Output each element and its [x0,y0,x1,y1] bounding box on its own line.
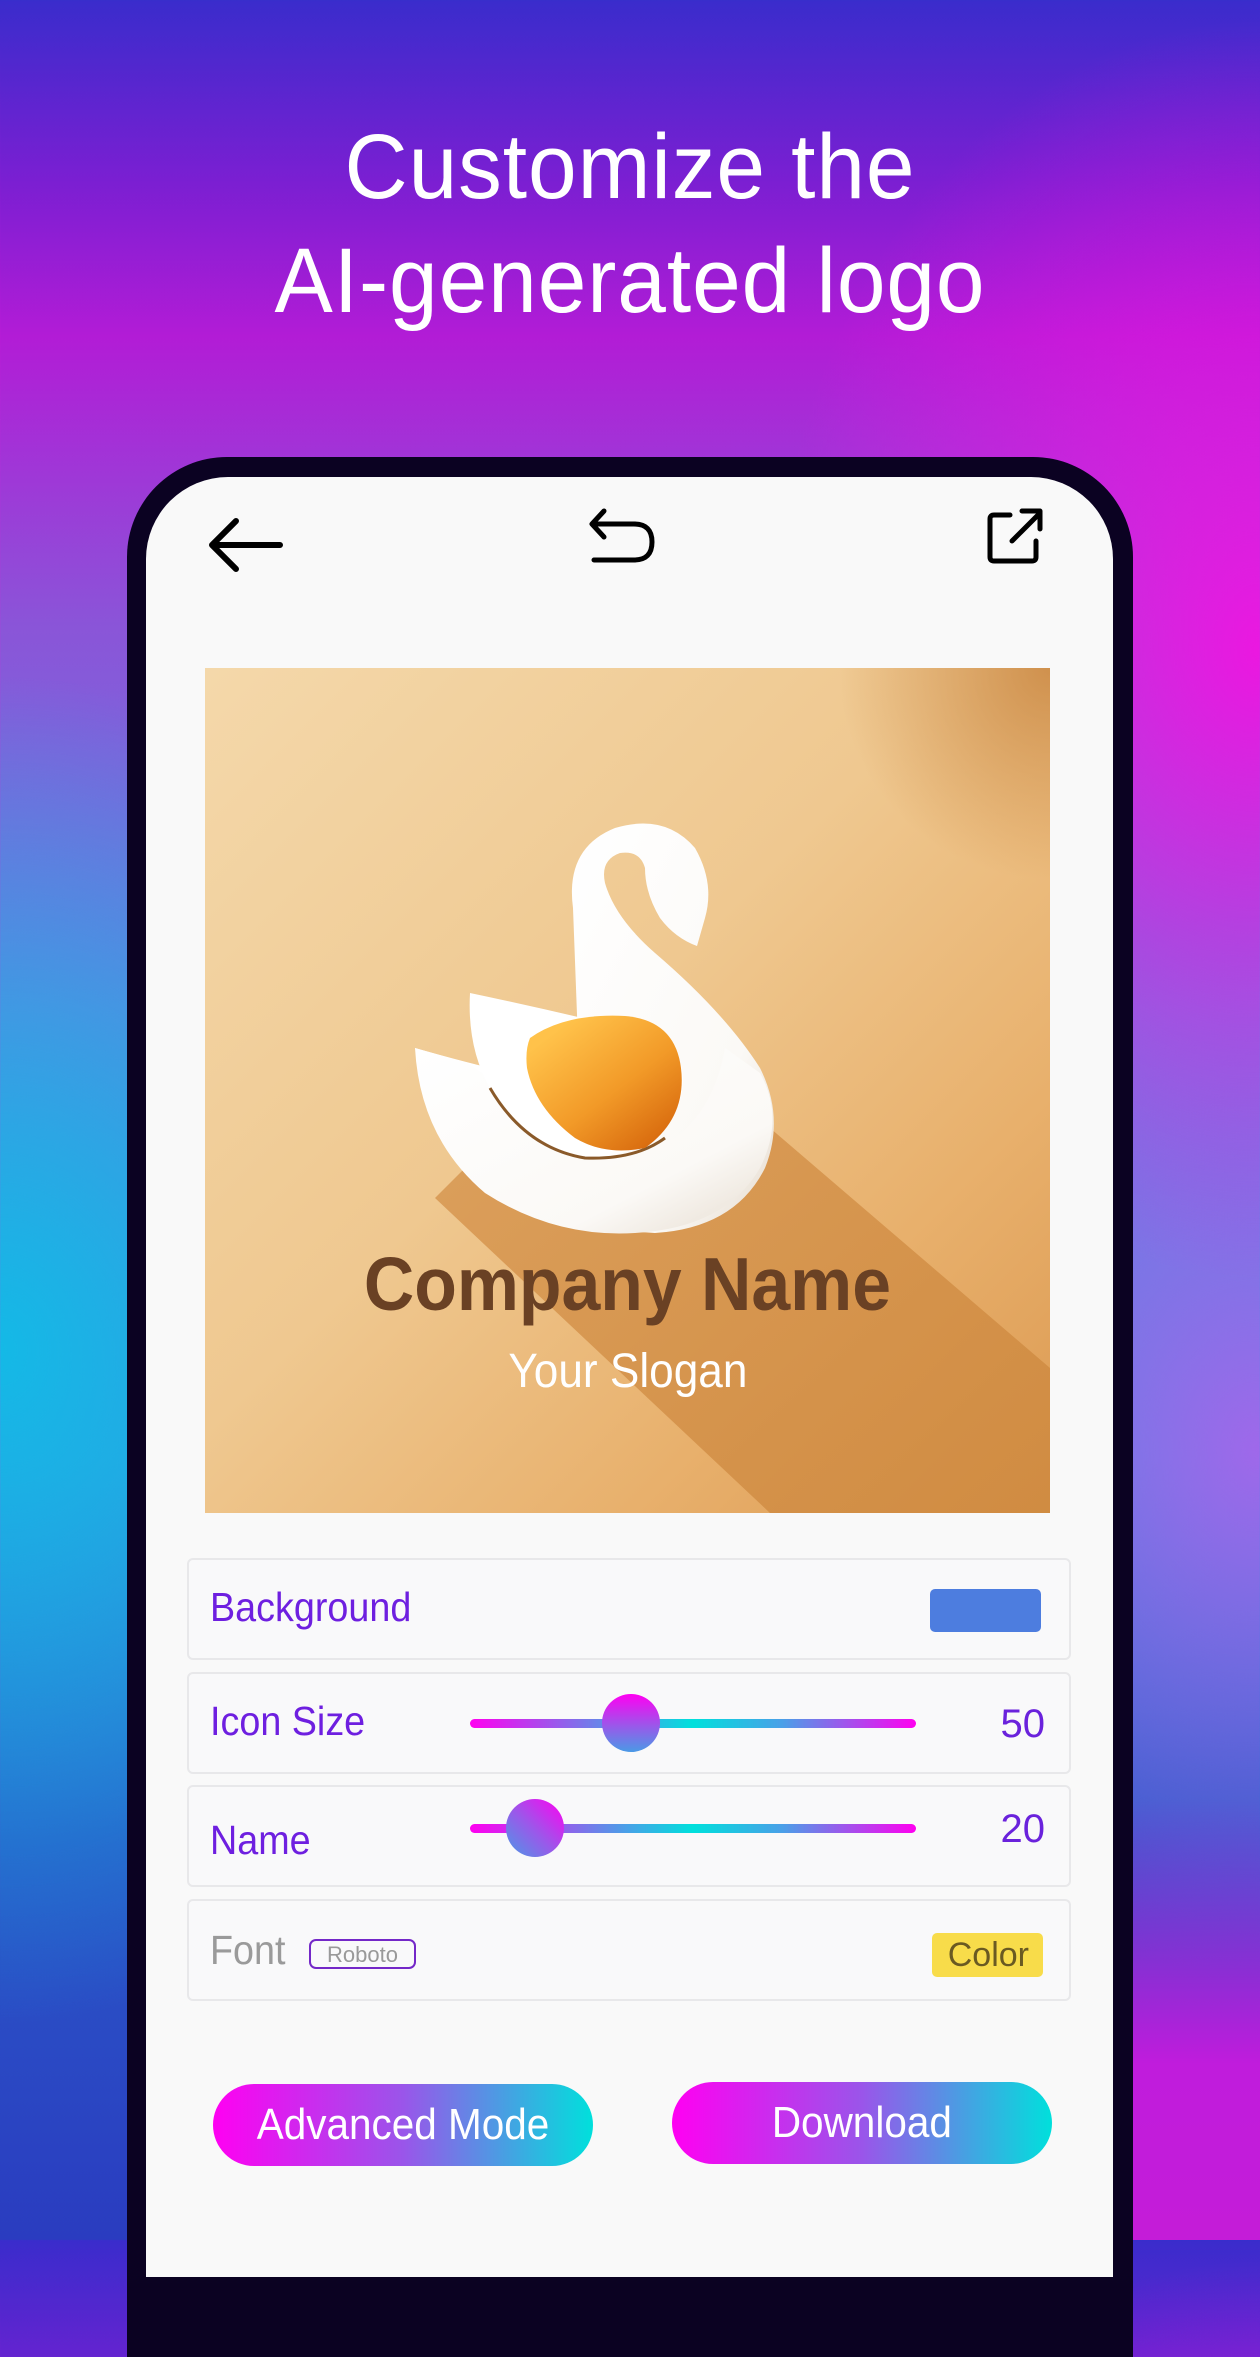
download-button[interactable]: Download [672,2082,1052,2164]
company-name-text[interactable]: Company Name [205,1241,1050,1327]
background-row: Background [187,1558,1071,1660]
slider-track[interactable] [470,1719,916,1728]
arrow-left-icon [209,518,283,572]
font-color-button[interactable]: Color [932,1933,1043,1977]
headline: Customize the AI-generated logo [0,110,1260,338]
icon-size-slider[interactable] [470,1694,916,1754]
undo-button[interactable] [588,507,658,567]
name-row: Name 20 [187,1785,1071,1887]
undo-icon [589,508,655,563]
slider-thumb[interactable] [505,1799,564,1857]
font-selector-chip[interactable]: Roboto [309,1939,416,1969]
name-size-value: 20 [1000,1807,1046,1851]
icon-size-value: 50 [1000,1702,1046,1746]
background-color-swatch[interactable] [930,1589,1041,1632]
slider-thumb[interactable] [601,1694,660,1752]
share-button[interactable] [984,507,1044,567]
headline-line-2: AI-generated logo [274,230,986,332]
back-button[interactable] [208,515,284,575]
slogan-text[interactable]: Your Slogan [205,1344,1050,1399]
background-decoration [1133,1800,1260,2240]
font-label: Font [210,1927,286,1973]
name-label: Name [210,1817,311,1863]
icon-size-row: Icon Size 50 [187,1672,1071,1774]
icon-size-label: Icon Size [210,1698,366,1744]
headline-line-1: Customize the [344,116,916,218]
name-size-slider[interactable] [470,1799,916,1859]
font-row: Font Roboto Color [187,1899,1071,2001]
background-label: Background [210,1584,412,1630]
external-share-icon [987,508,1043,564]
phone-screen: Company Name Your Slogan Background Icon… [146,477,1113,2277]
logo-preview[interactable]: Company Name Your Slogan [205,668,1050,1513]
advanced-mode-button[interactable]: Advanced Mode [213,2084,593,2166]
